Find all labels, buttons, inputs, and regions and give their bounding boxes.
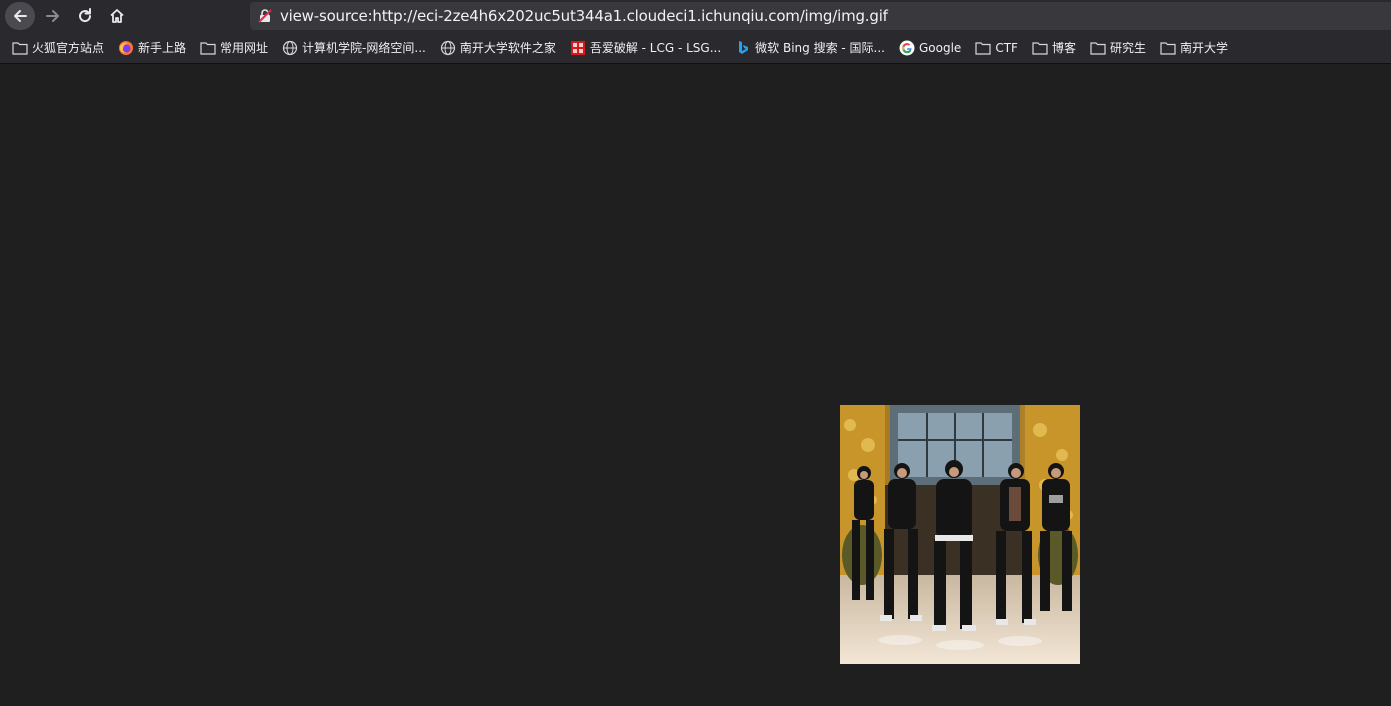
bookmark-label: 南开大学 xyxy=(1179,41,1228,55)
arrow-left-icon xyxy=(14,10,27,22)
bookmark-label: 新手上路 xyxy=(138,41,187,55)
back-button[interactable] xyxy=(5,2,35,30)
reload-icon xyxy=(79,8,92,23)
bookmark-label: 计算机学院-网络空间... xyxy=(302,41,426,55)
globe-icon xyxy=(440,40,456,56)
bookmark-label: 微软 Bing 搜索 - 国际... xyxy=(755,41,885,55)
folder-icon xyxy=(1160,40,1176,56)
bookmark-item[interactable]: 常用网址 xyxy=(196,36,272,60)
dancing-group-gif xyxy=(840,405,1080,664)
bing-icon xyxy=(735,40,751,56)
bookmark-item[interactable]: 新手上路 xyxy=(114,36,190,60)
bookmark-label: 火狐官方站点 xyxy=(32,41,105,55)
bookmark-label: 南开大学软件之家 xyxy=(459,41,556,55)
bookmark-label: 吾爱破解 - LCG - LSG... xyxy=(589,41,722,55)
bookmark-label: CTF xyxy=(995,40,1018,55)
bookmark-item[interactable]: 火狐官方站点 xyxy=(8,36,108,60)
globe-icon xyxy=(282,40,298,56)
bookmark-item[interactable]: 博客 xyxy=(1028,36,1080,60)
reload-button[interactable] xyxy=(70,2,100,30)
bookmark-item[interactable]: 南开大学软件之家 xyxy=(436,36,560,60)
home-button[interactable] xyxy=(102,2,132,30)
bookmark-label: 博客 xyxy=(1051,41,1076,55)
bookmark-item[interactable]: 南开大学 xyxy=(1156,36,1232,60)
bookmark-item[interactable]: 微软 Bing 搜索 - 国际... xyxy=(731,36,889,60)
google-icon xyxy=(899,40,915,56)
firefox-icon xyxy=(118,40,134,56)
address-bar[interactable]: view-source:http://eci-2ze4h6x202uc5ut34… xyxy=(250,2,1391,30)
bookmark-item[interactable]: 计算机学院-网络空间... xyxy=(278,36,430,60)
url-text[interactable]: view-source:http://eci-2ze4h6x202uc5ut34… xyxy=(280,7,888,25)
bookmark-label: Google xyxy=(919,40,962,55)
browser-toolbar: view-source:http://eci-2ze4h6x202uc5ut34… xyxy=(0,0,1391,32)
bookmark-item[interactable]: CTF xyxy=(971,36,1022,60)
bookmark-label: 研究生 xyxy=(1109,41,1146,55)
bookmark-label: 常用网址 xyxy=(220,41,269,55)
page-content xyxy=(0,65,1391,706)
bookmark-item[interactable]: Google xyxy=(895,36,965,60)
folder-icon xyxy=(12,40,28,56)
folder-icon xyxy=(1090,40,1106,56)
folder-icon xyxy=(200,40,216,56)
forward-button[interactable] xyxy=(38,2,68,30)
52pojie-icon xyxy=(570,40,586,56)
arrow-right-icon xyxy=(46,10,59,22)
bookmark-item[interactable]: 研究生 xyxy=(1086,36,1150,60)
folder-icon xyxy=(1032,40,1048,56)
bookmark-item[interactable]: 吾爱破解 - LCG - LSG... xyxy=(566,36,725,60)
home-icon xyxy=(110,9,124,23)
bookmarks-toolbar: 火狐官方站点 新手上路 常用网址 计算机学院-网络空间... 南开大学软件之家 … xyxy=(0,32,1391,64)
folder-icon xyxy=(975,40,991,56)
insecure-lock-icon[interactable] xyxy=(250,8,280,24)
